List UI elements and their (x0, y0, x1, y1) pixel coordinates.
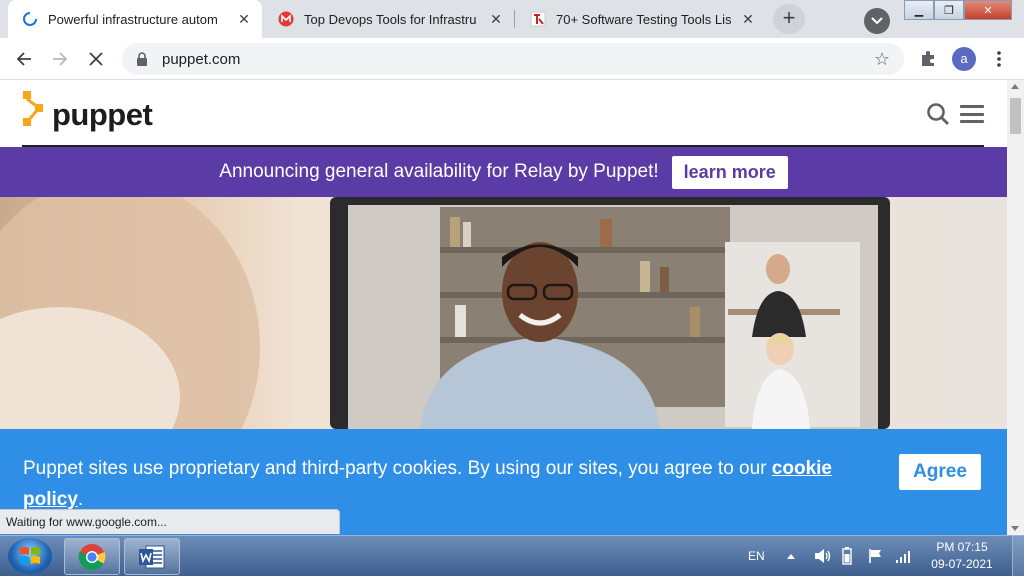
site-favicon-icon (278, 11, 294, 27)
clock-time: PM 07:15 (936, 540, 988, 554)
learn-more-button[interactable]: learn more (671, 155, 788, 189)
word-icon (139, 545, 165, 568)
clock-date: 09-07-2021 (931, 557, 993, 571)
tab-title: Top Devops Tools for Infrastru (304, 11, 477, 27)
signal-bars-icon (896, 551, 910, 563)
web-page: puppet Announcing general availability f… (0, 80, 1007, 535)
forward-button[interactable] (47, 46, 73, 72)
tab-strip: Powerful infrastructure autom ✕ Top Devo… (0, 0, 1024, 38)
battery-button[interactable] (842, 536, 852, 576)
windows-logo-icon (20, 547, 40, 564)
taskbar-clock[interactable]: PM 07:15 09-07-2021 (924, 539, 1000, 573)
cookie-message-end: . (77, 489, 84, 510)
arrow-left-icon (16, 52, 31, 66)
search-icon (927, 103, 949, 125)
close-icon[interactable]: ✕ (740, 11, 756, 27)
scrollbar-thumb[interactable] (1010, 98, 1021, 134)
start-button[interactable] (8, 538, 52, 574)
arrow-right-icon (53, 52, 68, 66)
close-icon (89, 52, 103, 66)
window-controls: ▁ ❐ ✕ (904, 0, 1012, 20)
tab-title: 70+ Software Testing Tools Lis (556, 11, 732, 27)
cookie-message-text: Puppet sites use proprietary and third-p… (23, 458, 772, 479)
bookmark-star-icon[interactable]: ☆ (872, 49, 892, 70)
stop-loading-button[interactable] (83, 46, 109, 72)
tab-title: Powerful infrastructure autom (48, 11, 218, 27)
restore-button[interactable]: ❐ (934, 0, 964, 20)
site-header: puppet (0, 80, 1007, 147)
profile-avatar[interactable]: a (952, 47, 976, 71)
windows-taskbar: EN PM 07:15 09-07-2021 (0, 535, 1024, 576)
tab-devops-tools[interactable]: Top Devops Tools for Infrastru ✕ (264, 0, 514, 38)
tab-separator (514, 10, 515, 28)
language-indicator[interactable]: EN (748, 536, 765, 576)
status-bubble: Waiting for www.google.com... (0, 509, 340, 534)
hero-image (0, 197, 1007, 429)
extensions-button[interactable] (915, 46, 941, 72)
video-call-illustration (0, 197, 890, 429)
hamburger-menu-icon[interactable] (960, 105, 984, 123)
browser-menu-button[interactable] (986, 46, 1012, 72)
address-bar[interactable]: puppet.com ☆ (122, 43, 904, 75)
close-icon[interactable]: ✕ (488, 11, 504, 27)
announcement-bar: Announcing general availability for Rela… (0, 147, 1007, 197)
taskbar-word[interactable] (124, 538, 180, 575)
puppet-logo[interactable]: puppet (22, 90, 153, 132)
cookie-message: Puppet sites use proprietary and third-p… (23, 453, 843, 515)
action-center-button[interactable] (868, 536, 884, 576)
close-icon[interactable]: ✕ (236, 11, 252, 27)
agree-button[interactable]: Agree (899, 454, 981, 490)
speaker-icon (815, 549, 831, 563)
site-search-button[interactable] (926, 102, 950, 131)
network-button[interactable] (895, 536, 911, 576)
url-text[interactable]: puppet.com (162, 51, 872, 68)
scroll-up-icon[interactable] (1011, 84, 1019, 89)
scroll-down-icon[interactable] (1011, 526, 1019, 531)
tab-search-button[interactable] (864, 8, 890, 34)
volume-button[interactable] (814, 536, 832, 576)
new-tab-button[interactable]: + (773, 4, 805, 34)
browser-toolbar: puppet.com ☆ a (0, 38, 1024, 80)
page-scrollbar[interactable] (1007, 80, 1024, 535)
show-hidden-icons-button[interactable] (786, 536, 796, 576)
chevron-down-icon (871, 17, 883, 25)
window-close-button[interactable]: ✕ (964, 0, 1012, 20)
more-vertical-icon (997, 51, 1001, 67)
site-favicon-icon (530, 11, 546, 27)
show-desktop-button[interactable] (1012, 536, 1024, 576)
taskbar-chrome[interactable] (64, 538, 120, 575)
chrome-icon (78, 543, 106, 570)
puppet-logo-icon (23, 91, 43, 126)
brand-wordmark: puppet (52, 97, 153, 132)
announcement-text: Announcing general availability for Rela… (219, 161, 659, 182)
loading-spinner-icon (22, 11, 38, 27)
tab-puppet[interactable]: Powerful infrastructure autom ✕ (8, 0, 262, 38)
puzzle-piece-icon (922, 51, 934, 66)
minimize-button[interactable]: ▁ (904, 0, 934, 20)
battery-icon (842, 547, 852, 565)
chevron-up-icon (787, 554, 795, 559)
flag-icon (869, 549, 881, 563)
tab-testing-tools[interactable]: 70+ Software Testing Tools Lis ✕ (516, 0, 766, 38)
back-button[interactable] (11, 46, 37, 72)
lock-icon (136, 52, 152, 66)
